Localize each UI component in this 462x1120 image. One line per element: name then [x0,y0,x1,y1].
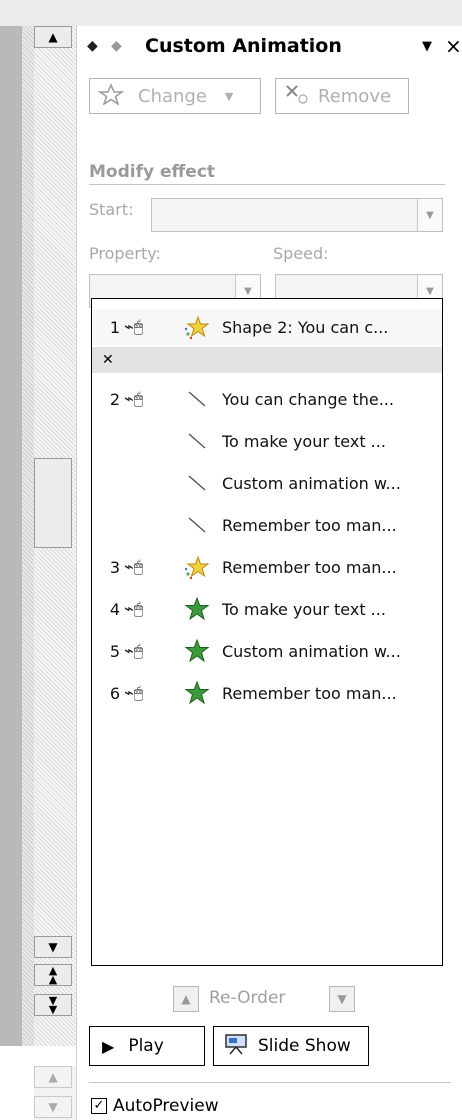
editor-edge [0,26,22,1046]
play-label: Play [128,1036,164,1056]
list-item[interactable]: 4 ⌁🖱 To make your text ... [92,591,442,627]
start-select[interactable]: ▼ [151,198,443,232]
line-icon [184,386,210,412]
top-strip [0,0,462,26]
star-sparkle-icon [184,314,210,340]
section-divider [89,184,445,185]
effect-number: 3 [109,557,120,577]
check-icon: ✓ [93,1098,105,1113]
list-item[interactable]: To make your text ... [92,423,442,459]
mouse-click-icon: ⌁🖱 [124,317,144,336]
mouse-click-icon: ⌁🖱 [124,641,144,660]
change-label: Change [138,85,207,107]
remove-icon [284,83,310,110]
remove-label: Remove [318,85,392,107]
double-up-icon: ▲ ▲ [48,964,58,986]
checkbox[interactable]: ✓ [91,1098,107,1114]
scroll-up-button[interactable]: ▲ [34,26,72,48]
change-button[interactable]: Change ▼ [89,78,261,114]
arrow-down-icon: ▼ [48,940,58,954]
effect-number: 4 [109,599,120,619]
effect-number: 1 [109,317,120,337]
next-slide-button[interactable]: ▼ ▼ [34,994,72,1016]
autopreview-label: AutoPreview [113,1096,219,1116]
green-star-icon [184,596,210,622]
effect-label: Shape 2: You can c... [222,317,389,337]
slide-show-button[interactable]: Slide Show [213,1026,369,1066]
mouse-click-icon: ⌁🖱 [124,557,144,576]
green-star-icon [184,680,210,706]
pane-title: Custom Animation [145,35,342,57]
play-icon: ▶ [102,1036,115,1056]
speed-label: Speed: [273,244,329,263]
effect-label: To make your text ... [222,599,386,619]
list-item[interactable]: 6 ⌁🖱 Remember too man... [92,675,442,711]
effect-label: To make your text ... [222,431,386,451]
effect-label: Custom animation w... [222,641,401,661]
forward-arrow-icon[interactable]: ◆ [111,38,122,54]
effect-number: 6 [109,683,120,703]
double-down-icon: ▼ ▼ [48,994,58,1016]
effect-label: Remember too man... [222,557,397,577]
lower-scrollbar[interactable]: ▲ ▼ [34,1066,76,1120]
chevron-down-icon: ▼ [224,89,234,103]
chevron-down-icon: ▼ [417,199,442,231]
list-item[interactable]: 2 ⌁🖱 You can change the... [92,381,442,417]
move-down-button[interactable]: ▼ [329,986,355,1012]
effect-label: You can change the... [222,389,394,409]
lower-scroll-up-button[interactable]: ▲ [34,1066,72,1088]
arrow-down-icon: ▼ [337,992,347,1006]
autopreview-checkbox[interactable]: ✓ AutoPreview [91,1096,219,1116]
slide-show-icon [224,1032,248,1061]
pane-header: ◆ ◆ Custom Animation ▼ × [77,26,462,66]
list-item[interactable]: Remember too man... [92,507,442,543]
line-icon [184,512,210,538]
pane-menu-icon[interactable]: ▼ [422,39,432,54]
effect-label: Remember too man... [222,515,397,535]
star-outline-icon [97,82,125,110]
custom-animation-pane: ◆ ◆ Custom Animation ▼ × Change ▼ Remove… [76,26,462,1120]
arrow-up-icon: ▲ [181,992,191,1006]
lower-scroll-down-button[interactable]: ▼ [34,1096,72,1118]
close-icon[interactable]: × [445,34,462,58]
effect-number: 5 [109,641,120,661]
chevron-double-down-icon: ✕ [102,352,114,368]
list-item[interactable]: Custom animation w... [92,465,442,501]
bottom-divider [89,1082,451,1083]
mouse-click-icon: ⌁🖱 [124,683,144,702]
previous-slide-button[interactable]: ▲ ▲ [34,964,72,986]
effect-label: Custom animation w... [222,473,401,493]
arrow-up-icon: ▲ [48,30,58,44]
list-item[interactable]: 1 ⌁🖱 Shape 2: You can c... [92,309,442,345]
line-icon [184,470,210,496]
back-arrow-icon[interactable]: ◆ [87,38,98,54]
reorder-row: ▲ Re-Order ▼ [77,978,462,1018]
mouse-click-icon: ⌁🖱 [124,599,144,618]
list-item[interactable]: 5 ⌁🖱 Custom animation w... [92,633,442,669]
scroll-down-button[interactable]: ▼ [34,936,72,958]
property-label: Property: [89,244,161,263]
effect-number: 2 [109,389,120,409]
play-button[interactable]: ▶ Play [89,1026,205,1066]
arrow-up-icon: ▲ [48,1070,58,1084]
list-item[interactable]: 3 ⌁🖱 Remember too man... [92,549,442,585]
effect-label: Remember too man... [222,683,397,703]
move-up-button[interactable]: ▲ [173,986,199,1012]
start-label: Start: [89,200,134,219]
vertical-scrollbar[interactable]: ▲ ▼ ▲ ▲ ▼ ▼ [34,26,76,1046]
star-sparkle-icon [184,554,210,580]
section-heading: Modify effect [89,162,216,182]
editor-gutter [22,26,34,1046]
reorder-label: Re-Order [209,988,286,1008]
arrow-down-icon: ▼ [48,1100,58,1114]
scroll-thumb[interactable] [34,458,72,548]
remove-button[interactable]: Remove [275,78,409,114]
expand-contents-bar[interactable]: ✕ [92,347,442,373]
effect-list[interactable]: 1 ⌁🖱 Shape 2: You can c... ✕ 2 ⌁🖱 You ca… [91,298,443,966]
line-icon [184,428,210,454]
mouse-click-icon: ⌁🖱 [124,389,144,408]
green-star-icon [184,638,210,664]
slide-show-label: Slide Show [258,1036,351,1056]
